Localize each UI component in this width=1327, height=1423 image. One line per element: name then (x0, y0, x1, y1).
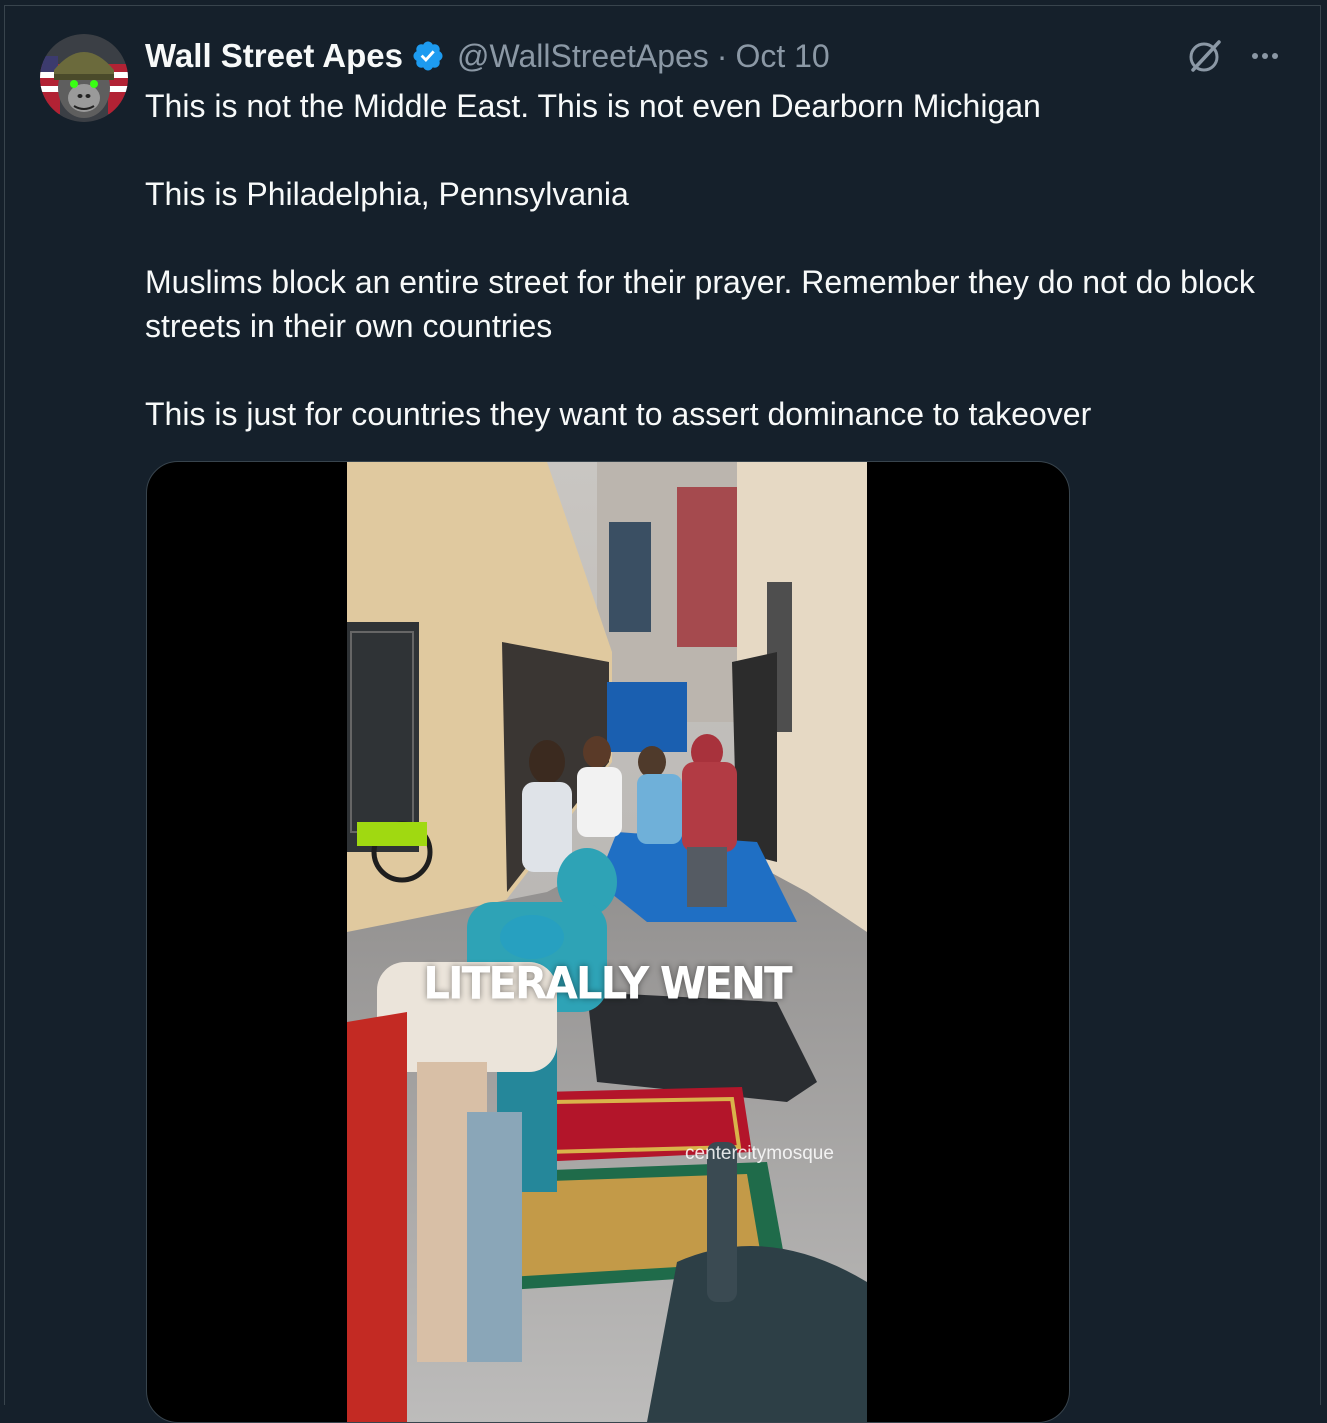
tweet-date[interactable]: Oct 10 (735, 38, 829, 75)
video-still-image (347, 462, 867, 1422)
tweet-video[interactable]: LITERALLY WENT centercitymosque (146, 461, 1070, 1423)
tweet-body: This is not the Middle East. This is not… (145, 84, 1265, 480)
video-watermark: centercitymosque (685, 1143, 834, 1164)
author-display-name[interactable]: Wall Street Apes (145, 37, 403, 75)
tweet-paragraph: This is just for countries they want to … (145, 396, 1092, 432)
verified-badge-icon (413, 41, 443, 71)
video-frame[interactable]: LITERALLY WENT centercitymosque (347, 462, 867, 1422)
more-options-icon[interactable] (1245, 36, 1285, 76)
header-separator: · (716, 37, 728, 74)
tweet-paragraph: This is Philadelphia, Pennsylvania (145, 176, 629, 212)
author-avatar[interactable] (40, 34, 128, 122)
tweet-paragraph: This is not the Middle East. This is not… (145, 88, 1041, 124)
video-caption-overlay: LITERALLY WENT (423, 957, 792, 1010)
author-handle[interactable]: @WallStreetApes (457, 38, 709, 75)
tweet-header: Wall Street Apes @WallStreetApes · Oct 1… (145, 36, 830, 76)
tweet-paragraph: Muslims block an entire street for their… (145, 264, 1255, 344)
gorilla-soldier-avatar-icon (40, 34, 128, 122)
tweet-card[interactable]: Wall Street Apes @WallStreetApes · Oct 1… (4, 5, 1321, 1423)
grok-icon[interactable] (1185, 36, 1225, 76)
